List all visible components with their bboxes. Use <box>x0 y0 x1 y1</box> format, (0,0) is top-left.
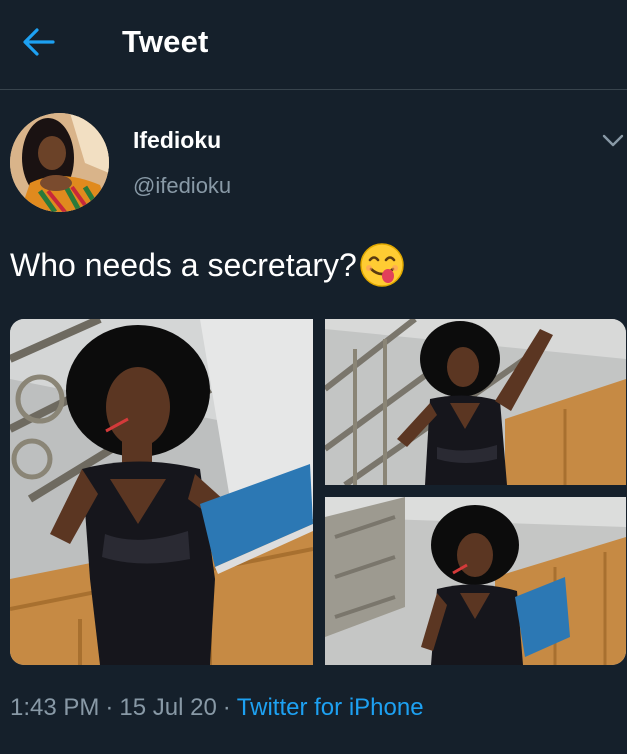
tweet-photo-3[interactable] <box>325 497 626 665</box>
top-bar: Tweet <box>0 0 627 90</box>
tweet-detail-screen: Tweet Ifedioku @ifedioku Who needs a sec… <box>0 0 627 754</box>
back-button[interactable] <box>14 20 62 64</box>
tweet-text-row: Who needs a secretary? <box>10 241 405 289</box>
tweet-source-link[interactable]: Twitter for iPhone <box>237 694 424 721</box>
tweet-options-button[interactable] <box>598 130 627 152</box>
tweet-text: Who needs a secretary? <box>10 246 357 283</box>
meta-separator: · <box>222 694 231 721</box>
author-handle[interactable]: @ifedioku <box>133 173 231 199</box>
tweet-meta: 1:43 PM · 15 Jul 20 · Twitter for iPhone <box>10 694 424 722</box>
page-title: Tweet <box>122 24 209 59</box>
meta-separator: · <box>105 694 114 721</box>
tweet-photo-2[interactable] <box>325 319 626 485</box>
avatar[interactable] <box>10 113 109 212</box>
tweet-time[interactable]: 1:43 PM <box>10 694 99 721</box>
tweet-date[interactable]: 15 Jul 20 <box>119 694 216 721</box>
chevron-down-icon <box>602 134 623 147</box>
author-display-name[interactable]: Ifedioku <box>133 127 221 154</box>
face-savoring-food-emoji-icon <box>360 243 404 287</box>
tweet-photo-1[interactable] <box>10 319 313 665</box>
arrow-left-icon <box>23 28 55 56</box>
